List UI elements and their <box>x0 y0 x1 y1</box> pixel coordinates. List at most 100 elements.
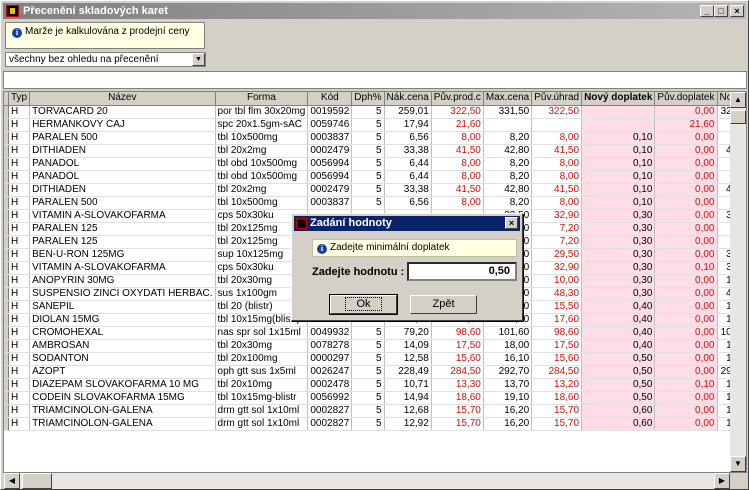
table-cell[interactable]: 13,20 <box>531 378 583 392</box>
table-cell[interactable]: 8,00 <box>431 170 484 184</box>
table-cell[interactable]: H <box>8 300 31 314</box>
table-cell[interactable]: tbl obd 10x500mg <box>215 170 309 184</box>
table-cell[interactable]: 7,20 <box>531 222 583 236</box>
table-cell[interactable]: 322,50 <box>531 105 583 119</box>
table-cell[interactable]: 228,49 <box>384 365 432 379</box>
table-cell[interactable]: H <box>8 183 31 197</box>
table-cell[interactable]: tbl 20x2mg <box>215 144 309 158</box>
table-cell[interactable]: 101,60 <box>483 326 533 340</box>
table-cell[interactable]: H <box>8 352 31 366</box>
table-cell[interactable]: 5 <box>351 352 385 366</box>
table-cell[interactable]: 5 <box>351 326 385 340</box>
table-cell[interactable]: 0,00 <box>654 183 718 197</box>
table-cell[interactable]: 16,20 <box>483 417 533 431</box>
table-cell[interactable]: 0078278 <box>307 339 353 353</box>
table-cell[interactable]: spc 20x1.5gm-sÁČ <box>215 118 309 132</box>
vertical-scrollbar[interactable]: ▲ ▼ <box>730 92 746 472</box>
table-cell[interactable]: 0,60 <box>581 404 656 418</box>
table-row[interactable]: H HEŘMÁNKOVÝ ČAJ spc 20x1.5gm-sÁČ 0059746 5 1… <box>4 118 746 132</box>
table-cell[interactable]: 48,30 <box>531 287 583 301</box>
table-cell[interactable]: 0,40 <box>581 300 656 314</box>
table-cell[interactable]: DIOLAN 15MG <box>29 313 216 327</box>
table-cell[interactable]: 0056994 <box>307 157 353 171</box>
table-row[interactable]: H PANADOL tbl obd 10x500mg 0056994 5 6,44 8,00… <box>4 170 746 184</box>
table-cell[interactable]: 259,01 <box>384 105 432 119</box>
maximize-button[interactable]: □ <box>714 5 728 17</box>
table-cell[interactable]: 17,60 <box>531 313 583 327</box>
col-header-max-cena[interactable]: Max.cena <box>483 92 533 106</box>
table-cell[interactable]: PARALEN 125 <box>29 235 216 249</box>
table-cell[interactable]: H <box>8 105 31 119</box>
table-cell[interactable]: 6,44 <box>384 170 432 184</box>
table-cell[interactable]: 0003837 <box>307 131 353 145</box>
table-cell[interactable]: 10,71 <box>384 378 432 392</box>
table-cell[interactable]: 0002478 <box>307 378 353 392</box>
table-cell[interactable]: 0,10 <box>654 378 718 392</box>
table-cell[interactable]: 41,50 <box>431 144 484 158</box>
table-cell[interactable]: 14,94 <box>384 391 432 405</box>
table-cell[interactable]: 0,30 <box>581 274 656 288</box>
table-cell[interactable]: 12,58 <box>384 352 432 366</box>
table-row[interactable]: H DITHIADEN tbl 20x2mg 0002479 5 33,38 41,50 42… <box>4 183 746 197</box>
table-cell[interactable]: VITAMIN A-SLOVAKOFARMA <box>29 261 216 275</box>
close-button[interactable]: × <box>730 5 744 17</box>
table-cell[interactable]: 5 <box>351 196 385 210</box>
table-cell[interactable]: 13,70 <box>483 378 533 392</box>
table-cell[interactable]: 8,00 <box>531 157 583 171</box>
table-cell[interactable]: H <box>8 339 31 353</box>
table-cell[interactable]: H <box>8 391 31 405</box>
table-cell[interactable] <box>531 118 583 132</box>
dialog-title-bar[interactable]: Zadání hodnoty × <box>294 216 520 231</box>
table-cell[interactable]: 32,90 <box>531 261 583 275</box>
table-cell[interactable]: H <box>8 313 31 327</box>
table-cell[interactable]: 41,50 <box>431 183 484 197</box>
table-cell[interactable]: H <box>8 222 31 236</box>
table-cell[interactable]: H <box>8 131 31 145</box>
table-cell[interactable]: tbl 10x15mg-blistr <box>215 391 309 405</box>
table-cell[interactable]: PARALEN 500 <box>29 131 216 145</box>
table-cell[interactable]: 0,00 <box>654 352 718 366</box>
table-cell[interactable]: DITHIADEN <box>29 144 216 158</box>
table-cell[interactable]: 0,00 <box>654 222 718 236</box>
table-cell[interactable]: 32,90 <box>531 209 583 223</box>
table-cell[interactable]: tbl 20x10mg <box>215 378 309 392</box>
table-cell[interactable]: 0002827 <box>307 417 353 431</box>
table-cell[interactable]: 5 <box>351 339 385 353</box>
table-cell[interactable]: 5 <box>351 404 385 418</box>
table-cell[interactable]: 17,50 <box>431 339 484 353</box>
scroll-up-icon[interactable]: ▲ <box>730 92 746 108</box>
table-cell[interactable]: 15,60 <box>431 352 484 366</box>
table-cell[interactable]: 8,20 <box>483 170 533 184</box>
table-cell[interactable]: 8,20 <box>483 131 533 145</box>
table-cell[interactable]: H <box>8 287 31 301</box>
table-cell[interactable]: 0,00 <box>654 196 718 210</box>
scroll-down-icon[interactable]: ▼ <box>730 456 746 472</box>
table-cell[interactable]: 15,60 <box>531 352 583 366</box>
table-cell[interactable]: 5 <box>351 105 385 119</box>
table-cell[interactable]: 0,00 <box>654 391 718 405</box>
table-cell[interactable]: 0002827 <box>307 404 353 418</box>
table-cell[interactable]: 15,70 <box>531 417 583 431</box>
table-cell[interactable]: 8,20 <box>483 196 533 210</box>
table-cell[interactable]: 0,00 <box>654 274 718 288</box>
table-cell[interactable]: 0049932 <box>307 326 353 340</box>
table-cell[interactable]: SANEPIL <box>29 300 216 314</box>
table-cell[interactable]: PARALEN 125 <box>29 222 216 236</box>
table-cell[interactable]: 29,50 <box>531 248 583 262</box>
table-cell[interactable]: 0,10 <box>581 131 656 145</box>
table-cell[interactable]: 18,60 <box>531 391 583 405</box>
table-cell[interactable]: CODEIN SLOVAKOFARMA 15MG <box>29 391 216 405</box>
table-cell[interactable]: TRIAMCINOLON-GALENA <box>29 417 216 431</box>
table-cell[interactable]: TRIAMCINOLON-GALENA <box>29 404 216 418</box>
table-cell[interactable]: 15,70 <box>431 404 484 418</box>
table-cell[interactable]: 15,50 <box>531 300 583 314</box>
table-cell[interactable]: 14,09 <box>384 339 432 353</box>
col-header-puv-uhrad[interactable]: Pův.úhrad <box>531 92 583 106</box>
table-cell[interactable]: ANOPYRIN 30MG <box>29 274 216 288</box>
table-cell[interactable]: AZOPT <box>29 365 216 379</box>
table-cell[interactable]: 15,70 <box>531 404 583 418</box>
table-cell[interactable]: SUSPENSIO ZINCI OXYDATI HERBAC. <box>29 287 216 301</box>
table-cell[interactable]: 0,00 <box>654 300 718 314</box>
table-cell[interactable]: 0,10 <box>581 170 656 184</box>
table-cell[interactable]: 8,00 <box>531 131 583 145</box>
